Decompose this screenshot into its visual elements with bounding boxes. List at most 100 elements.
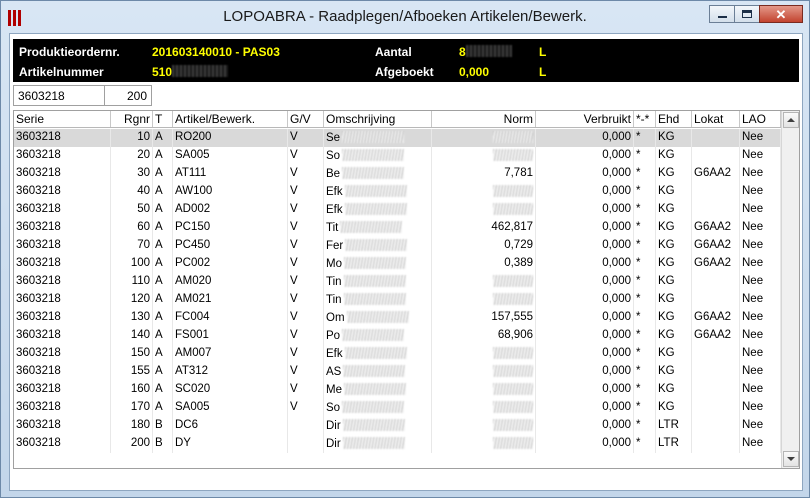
cell-unit: KG: [656, 201, 692, 219]
maximize-button[interactable]: [734, 5, 760, 23]
scroll-up-button[interactable]: [783, 112, 799, 128]
rgnr-filter-field[interactable]: 200: [104, 85, 152, 106]
app-window: LOPOABRA - Raadplegen/Afboeken Artikelen…: [0, 0, 810, 498]
cell-serie: 3603218: [14, 273, 111, 291]
cell-location: [692, 399, 740, 417]
table-row[interactable]: 3603218 30 A AT111 V Be 7,781 0,000 * KG G6AA2 Nee: [14, 165, 781, 183]
title-bar[interactable]: LOPOABRA - Raadplegen/Afboeken Artikelen…: [1, 1, 809, 33]
cell-norm: [432, 381, 536, 399]
cell-unit: KG: [656, 255, 692, 273]
col-header-description[interactable]: Omschrijving: [324, 111, 432, 127]
table-row[interactable]: 3603218 160 A SC020 V Me 0,000 * KG Nee: [14, 381, 781, 399]
obscured-text: [493, 419, 533, 431]
cell-lao: Nee: [740, 399, 781, 417]
cell-description: Po: [324, 327, 432, 345]
table-row[interactable]: 3603218 60 A PC150 V Tit 462,817 0,000 * KG G6AA2 N…: [14, 219, 781, 237]
table-row[interactable]: 3603218 200 B DY Dir 0,000 * LTR Nee: [14, 435, 781, 453]
table-row[interactable]: 3603218 20 A SA005 V So 0,000 * KG Nee: [14, 147, 781, 165]
cell-lao: Nee: [740, 291, 781, 309]
cell-article: AT312: [173, 363, 288, 381]
cell-type: A: [153, 273, 173, 291]
col-header-norm[interactable]: Norm: [432, 111, 536, 127]
cell-norm: [432, 129, 536, 147]
cell-used: 0,000: [536, 309, 634, 327]
table-row[interactable]: 3603218 120 A AM021 V Tin 0,000 * KG Nee: [14, 291, 781, 309]
table-row[interactable]: 3603218 140 A FS001 V Po 68,906 0,000 * KG G6AA2 Ne…: [14, 327, 781, 345]
cell-gv: V: [288, 201, 324, 219]
table-row[interactable]: 3603218 100 A PC002 V Mo 0,389 0,000 * KG G6AA2 Nee: [14, 255, 781, 273]
cell-norm: 462,817: [432, 219, 536, 237]
cell-flag: *: [634, 219, 656, 237]
obscured-text: [343, 293, 406, 305]
table-row[interactable]: 3603218 150 A AM007 V Efk 0,000 * KG Nee: [14, 345, 781, 363]
cell-type: A: [153, 309, 173, 327]
cell-rgnr: 30: [111, 165, 153, 183]
cell-norm: [432, 147, 536, 165]
cell-unit: KG: [656, 237, 692, 255]
arrow-down-icon: [787, 457, 795, 461]
table-row[interactable]: 3603218 170 A SA005 V So 0,000 * KG Nee: [14, 399, 781, 417]
table-row[interactable]: 3603218 130 A FC004 V Om 157,555 0,000 * KG G6AA2 N…: [14, 309, 781, 327]
scroll-down-button[interactable]: [783, 451, 799, 467]
close-button[interactable]: ✕: [759, 5, 803, 23]
cell-gv: [288, 417, 324, 435]
table-row[interactable]: 3603218 10 A RO200 V Se 0,000 * KG Nee: [14, 129, 781, 147]
cell-article: DY: [173, 435, 288, 453]
cell-gv: V: [288, 219, 324, 237]
col-header-type[interactable]: T: [153, 111, 173, 127]
table-row[interactable]: 3603218 180 B DC6 Dir 0,000 * LTR Nee: [14, 417, 781, 435]
cell-unit: KG: [656, 291, 692, 309]
cell-description: Be: [324, 165, 432, 183]
cell-type: A: [153, 255, 173, 273]
cell-rgnr: 100: [111, 255, 153, 273]
col-header-unit[interactable]: Ehd: [656, 111, 692, 127]
obscured-text: [342, 149, 405, 161]
obscured-text: [344, 347, 407, 359]
col-header-gv[interactable]: G/V: [288, 111, 324, 127]
cell-description: Fer: [324, 237, 432, 255]
cell-location: G6AA2: [692, 309, 740, 327]
cell-location: [692, 291, 740, 309]
vertical-scrollbar[interactable]: [781, 111, 799, 468]
table-row[interactable]: 3603218 155 A AT312 V AS 0,000 * KG Nee: [14, 363, 781, 381]
cell-lao: Nee: [740, 381, 781, 399]
cell-norm: 0,729: [432, 237, 536, 255]
cell-used: 0,000: [536, 363, 634, 381]
window-title: LOPOABRA - Raadplegen/Afboeken Artikelen…: [223, 8, 587, 25]
cell-norm: 0,389: [432, 255, 536, 273]
cell-used: 0,000: [536, 417, 634, 435]
cell-type: A: [153, 165, 173, 183]
col-header-article[interactable]: Artikel/Bewerk.: [173, 111, 288, 127]
cell-gv: V: [288, 273, 324, 291]
maximize-icon: [742, 10, 752, 18]
table-row[interactable]: 3603218 110 A AM020 V Tin 0,000 * KG Nee: [14, 273, 781, 291]
cell-description: Me: [324, 381, 432, 399]
cell-lao: Nee: [740, 255, 781, 273]
cell-serie: 3603218: [14, 219, 111, 237]
table-row[interactable]: 3603218 70 A PC450 V Fer 0,729 0,000 * KG G6AA2 Nee: [14, 237, 781, 255]
booked-value: 0,000: [459, 65, 490, 79]
cell-unit: LTR: [656, 417, 692, 435]
cell-rgnr: 10: [111, 129, 153, 147]
obscured-text: [345, 239, 408, 251]
cell-lao: Nee: [740, 363, 781, 381]
col-header-flag[interactable]: *-*: [634, 111, 656, 127]
cell-description: Mo: [324, 255, 432, 273]
minimize-button[interactable]: [709, 5, 735, 23]
col-header-serie[interactable]: Serie: [14, 111, 111, 127]
col-header-location[interactable]: Lokat: [692, 111, 740, 127]
serie-filter-field[interactable]: 3603218: [13, 85, 105, 106]
cell-article: FS001: [173, 327, 288, 345]
cell-serie: 3603218: [14, 417, 111, 435]
window-controls: ✕: [709, 5, 803, 23]
cell-type: A: [153, 345, 173, 363]
cell-used: 0,000: [536, 165, 634, 183]
articles-grid[interactable]: Serie Rgnr T Artikel/Bewerk. G/V Omschri…: [13, 110, 800, 469]
cell-unit: LTR: [656, 435, 692, 453]
col-header-rgnr[interactable]: Rgnr: [111, 111, 153, 127]
col-header-used[interactable]: Verbruikt: [536, 111, 634, 127]
cell-lao: Nee: [740, 129, 781, 147]
col-header-lao[interactable]: LAO: [740, 111, 781, 127]
table-row[interactable]: 3603218 40 A AW100 V Efk 0,000 * KG Nee: [14, 183, 781, 201]
table-row[interactable]: 3603218 50 A AD002 V Efk 0,000 * KG Nee: [14, 201, 781, 219]
